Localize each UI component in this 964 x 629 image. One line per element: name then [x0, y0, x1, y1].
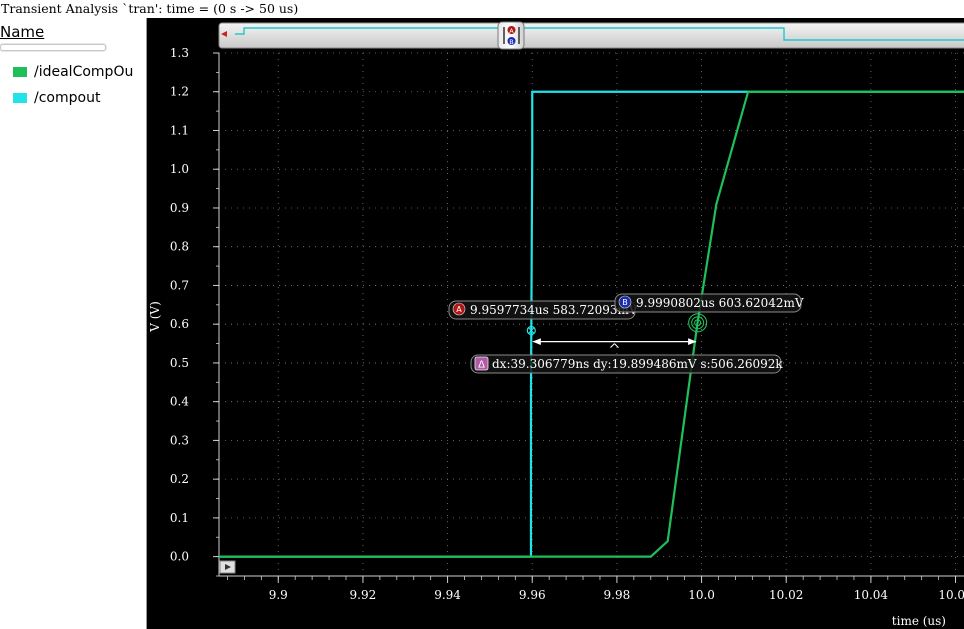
y-tick-label: 0.7	[170, 278, 189, 292]
y-tick-label: 0.1	[170, 511, 189, 525]
y-tick-label: 0.4	[170, 395, 189, 409]
y-tick-label: 0.9	[170, 201, 189, 215]
waveform-plot[interactable]: A B 0.0 0.1 0.2 0.3 0.4 0.5 0.6 0.7 0.8 0.9 1.0 1.1…	[147, 18, 964, 629]
legend-label-compout: /compout	[34, 90, 101, 106]
y-tick-label: 0.5	[170, 356, 189, 370]
navigator-window-handle[interactable]: A B	[497, 21, 525, 50]
x-tick-label: 10.02	[769, 588, 803, 602]
delta-label[interactable]: Δdx:39.306779ns dy:19.899486mV s:506.260…	[470, 354, 783, 374]
delta-arrow-tick	[610, 343, 615, 348]
legend-horizontal-scrollbar[interactable]	[0, 44, 106, 51]
y-tick-label: 0.0	[170, 550, 189, 564]
y-tick-label: 1.1	[170, 123, 189, 137]
delta-label-badge-letter: Δ	[478, 360, 485, 371]
delta-arrow-tick	[614, 343, 619, 348]
delta-label-text: dx:39.306779ns dy:19.899486mV s:506.2609…	[492, 357, 783, 371]
legend-swatch-compout	[13, 93, 27, 103]
legend-label-idealcompout: /idealCompOu	[34, 64, 134, 80]
axis-ticks: 0.0 0.1 0.2 0.3 0.4 0.5 0.6 0.7 0.8 0.9 1.0 1.1 1.2 1…	[170, 46, 964, 602]
marker-b-point[interactable]	[687, 312, 709, 334]
play-button[interactable]	[219, 560, 236, 574]
y-tick-label: 0.6	[170, 317, 189, 331]
overview-navigator[interactable]: A B	[218, 21, 964, 50]
marker-a-label-badge-letter: A	[456, 305, 462, 314]
navigator-marker-a-letter: A	[509, 27, 514, 35]
x-tick-label: 9.96	[519, 588, 546, 602]
y-tick-label: 0.2	[170, 472, 189, 486]
y-tick-label: 1.3	[170, 46, 189, 60]
x-tick-label: 9.98	[604, 588, 631, 602]
legend-panel: Name /idealCompOu /compout	[0, 18, 147, 629]
legend-swatch-idealcompout	[13, 67, 27, 77]
legend-item-idealcompout[interactable]: /idealCompOu	[13, 62, 133, 82]
legend-header-name[interactable]: Name	[0, 23, 44, 41]
y-tick-label: 0.3	[170, 433, 189, 447]
y-axis-title: V (V)	[148, 301, 162, 333]
x-tick-label: 10.0	[688, 588, 715, 602]
x-tick-label: 10.06	[938, 588, 964, 602]
marker-a-label[interactable]: A 9.9597734us 583.72093mV	[448, 300, 638, 320]
marker-b-label-text: 9.9990802us 603.62042mV	[636, 296, 804, 310]
y-tick-label: 1.0	[170, 162, 189, 176]
x-axis-title: time (us)	[892, 614, 946, 628]
y-tick-label: 0.8	[170, 240, 189, 254]
marker-b-label-badge-letter: B	[622, 298, 628, 307]
x-tick-label: 10.04	[854, 588, 889, 602]
x-tick-label: 9.92	[350, 588, 377, 602]
x-tick-label: 9.94	[434, 588, 461, 602]
navigator-marker-b-letter: B	[509, 38, 513, 46]
window-title: Transient Analysis `tran': time = (0 s -…	[0, 0, 964, 18]
x-tick-label: 9.9	[269, 588, 288, 602]
marker-layer[interactable]: A 9.9597734us 583.72093mVB 9.9990802us 603…	[448, 293, 804, 374]
legend-item-compout[interactable]: /compout	[13, 88, 100, 108]
marker-b-label[interactable]: B 9.9990802us 603.62042mV	[614, 293, 804, 313]
marker-a-label-text: 9.9597734us 583.72093mV	[470, 303, 638, 317]
y-tick-label: 1.2	[170, 85, 189, 99]
